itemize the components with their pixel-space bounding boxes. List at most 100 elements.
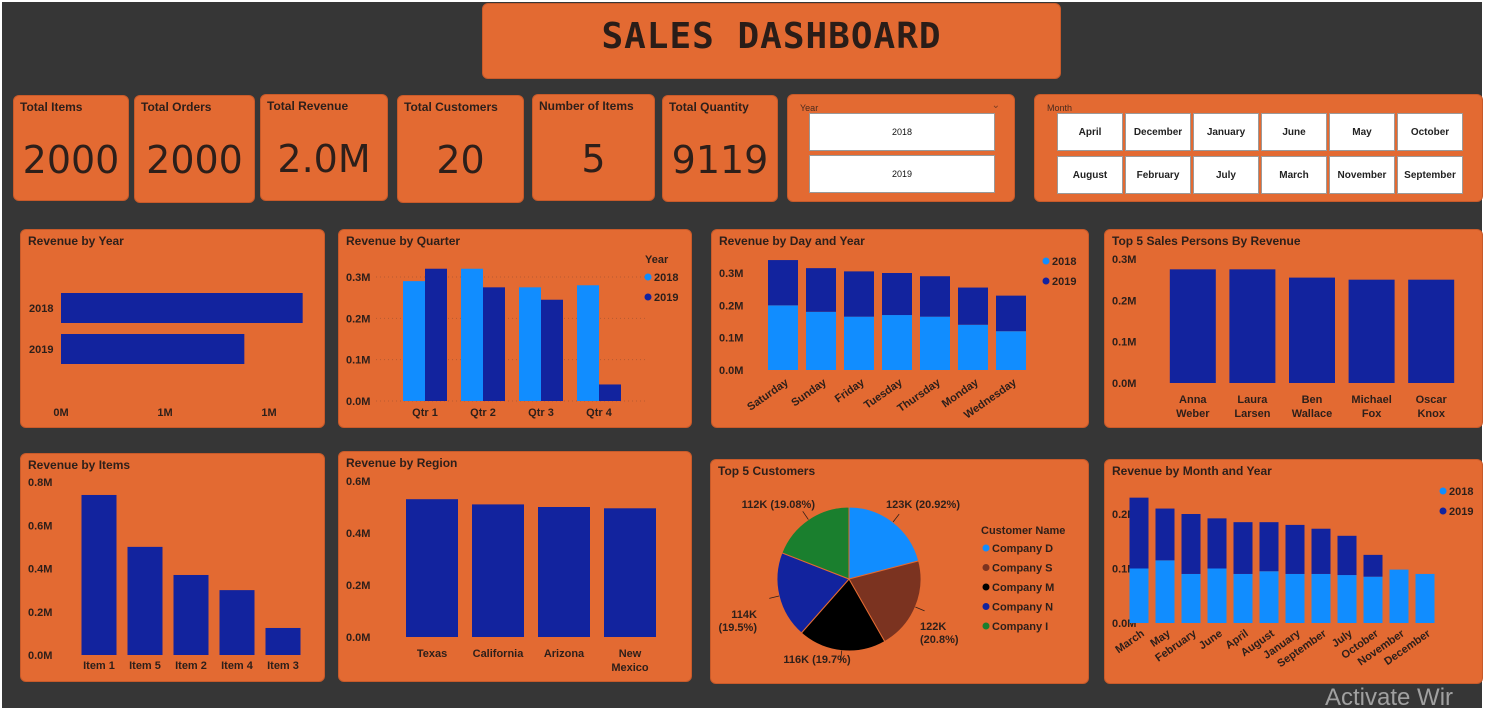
month-option-july[interactable]: July	[1193, 156, 1259, 194]
legend-marker	[1439, 507, 1447, 515]
x-tick-label: Laura Larsen	[1234, 394, 1270, 420]
bar-2019	[1155, 508, 1175, 561]
y-tick-label: 0.2M	[1112, 295, 1136, 307]
bar-2019	[1311, 528, 1331, 574]
y-tick-label: 0.0M	[719, 365, 743, 377]
y-tick-label: 0.3M	[719, 268, 743, 280]
chart-revenue-by-month-and-year: Revenue by Month and Year 0.0M 0.1M 0.2M Ma…	[1104, 459, 1483, 684]
bar-2019	[1363, 554, 1383, 577]
x-tick-label: Qtr 4	[586, 407, 613, 419]
x-tick-label: Michael Fox	[1351, 394, 1391, 420]
bar-2019	[599, 384, 621, 401]
revenue-by-month-svg: 0.0M0.1M0.2MMarch MayFebruaryJuneAprilAug…	[1112, 486, 1473, 670]
kpi-value: 9119	[671, 138, 769, 182]
bar-2018	[519, 287, 541, 401]
bar-2019	[1181, 514, 1201, 574]
month-option-august[interactable]: August	[1057, 156, 1123, 194]
y-tick-label: 2018	[29, 303, 53, 315]
activate-windows-watermark: Activate Wir	[1325, 684, 1454, 711]
bar-2019	[541, 299, 563, 401]
bar-2018	[1415, 573, 1435, 623]
year-slicer: Year ⌄ 2018 2019	[787, 94, 1015, 202]
y-tick-label: 0.0M	[28, 650, 52, 662]
bar-2018	[403, 281, 425, 401]
legend-label: Company M	[992, 582, 1054, 594]
pie-data-label: 112K (19.08%)	[742, 499, 816, 511]
month-option-november[interactable]: November	[1329, 156, 1395, 194]
month-option-january[interactable]: January	[1193, 113, 1259, 151]
bar	[219, 590, 255, 655]
pie-leader-line	[802, 511, 809, 520]
chart-revenue-by-region: Revenue by Region 0.0M 0.2M 0.4M 0.6M Texas C…	[338, 451, 692, 682]
pie-data-label: 123K (20.92%)	[886, 499, 960, 511]
month-option-september[interactable]: September	[1397, 156, 1463, 194]
bar-2018	[461, 268, 483, 401]
chart-top-5-customers: Top 5 Customers 123K (20.92%) 122K (20.8%)…	[710, 459, 1089, 684]
bar-2018	[844, 316, 874, 370]
month-option-february[interactable]: February	[1125, 156, 1191, 194]
year-option-2018[interactable]: 2018	[809, 113, 995, 151]
month-option-june[interactable]: June	[1261, 113, 1327, 151]
chevron-down-icon[interactable]: ⌄	[992, 100, 1000, 111]
month-option-may[interactable]: May	[1329, 113, 1395, 151]
legend-marker	[1042, 257, 1050, 265]
kpi-value: 2000	[146, 138, 243, 182]
y-tick-label: 0.1M	[1112, 337, 1136, 349]
kpi-card-total-revenue: Total Revenue 2.0M	[260, 94, 388, 201]
pie-leader-line	[915, 606, 925, 612]
x-tick-label: June	[1197, 628, 1225, 653]
bar-2019	[1129, 497, 1149, 569]
bar-2018	[1129, 568, 1149, 623]
chart-top-sales-persons: Top 5 Sales Persons By Revenue 0.0M 0.1M 0…	[1104, 229, 1483, 428]
legend-marker	[982, 564, 990, 571]
bar-2019	[882, 273, 912, 316]
y-tick-label: 0.3M	[346, 272, 370, 284]
title-banner: SALES DASHBOARD	[482, 3, 1061, 79]
top-sales-persons-svg: 0.0M 0.1M 0.2M 0.3M Anna Weber Laura Larsen Ben W…	[1112, 254, 1455, 420]
legend-marker	[982, 544, 990, 552]
legend-label: 2019	[654, 292, 678, 304]
y-tick-label: 0.2M	[346, 313, 370, 325]
bar	[173, 574, 209, 655]
x-tick-label: Item 5	[129, 660, 161, 672]
y-tick-label: 2019	[29, 344, 53, 356]
top-customers-svg: 123K (20.92%) 122K (20.8%) 116K (19.7%) 114K…	[718, 499, 1065, 666]
legend-label: 2019	[1449, 506, 1473, 518]
x-tick-label: Oscar Knox	[1416, 394, 1448, 420]
x-tick-label: Item 3	[267, 660, 299, 672]
month-option-april[interactable]: April	[1057, 113, 1123, 151]
bar	[1408, 279, 1455, 383]
bar-2019	[996, 295, 1026, 332]
bar-2018	[1181, 573, 1201, 623]
month-option-december[interactable]: December	[1125, 113, 1191, 151]
pie-data-label: 116K (19.7%)	[783, 654, 851, 666]
y-tick-label: 0.2M	[28, 607, 52, 619]
bar-2019	[768, 260, 798, 306]
bar	[472, 504, 524, 637]
bar-2019	[425, 268, 447, 401]
bar	[406, 499, 458, 637]
kpi-card-number-of-items: Number of Items 5	[532, 94, 655, 201]
month-option-march[interactable]: March	[1261, 156, 1327, 194]
kpi-label: Total Orders	[141, 100, 212, 114]
month-slicer: Month April December January June May Oc…	[1034, 94, 1483, 202]
revenue-by-region-svg: 0.0M 0.2M 0.4M 0.6M Texas California Arizona Ne…	[346, 476, 656, 674]
bar	[538, 507, 590, 637]
bar-2019	[920, 276, 950, 317]
bar-2019	[483, 287, 505, 401]
year-option-2019[interactable]: 2019	[809, 155, 995, 193]
legend-label: 2018	[1449, 486, 1473, 498]
bar-2018	[768, 305, 798, 370]
x-tick-label: California	[473, 648, 525, 660]
chart-revenue-by-items: Revenue by Items 0.0M 0.2M 0.4M 0.6M 0.8M Ite…	[20, 453, 325, 682]
legend-title: Customer Name	[981, 525, 1065, 537]
legend-label: 2018	[654, 272, 678, 284]
kpi-label: Total Quantity	[669, 100, 749, 114]
kpi-label: Total Revenue	[267, 99, 349, 113]
month-option-october[interactable]: October	[1397, 113, 1463, 151]
bar	[1289, 277, 1335, 383]
kpi-card-total-items: Total Items 2000	[13, 95, 129, 201]
y-tick-label: 0.0M	[346, 396, 370, 408]
x-tick-label: Qtr 1	[412, 407, 438, 419]
x-tick-label: Qtr 2	[470, 407, 496, 419]
